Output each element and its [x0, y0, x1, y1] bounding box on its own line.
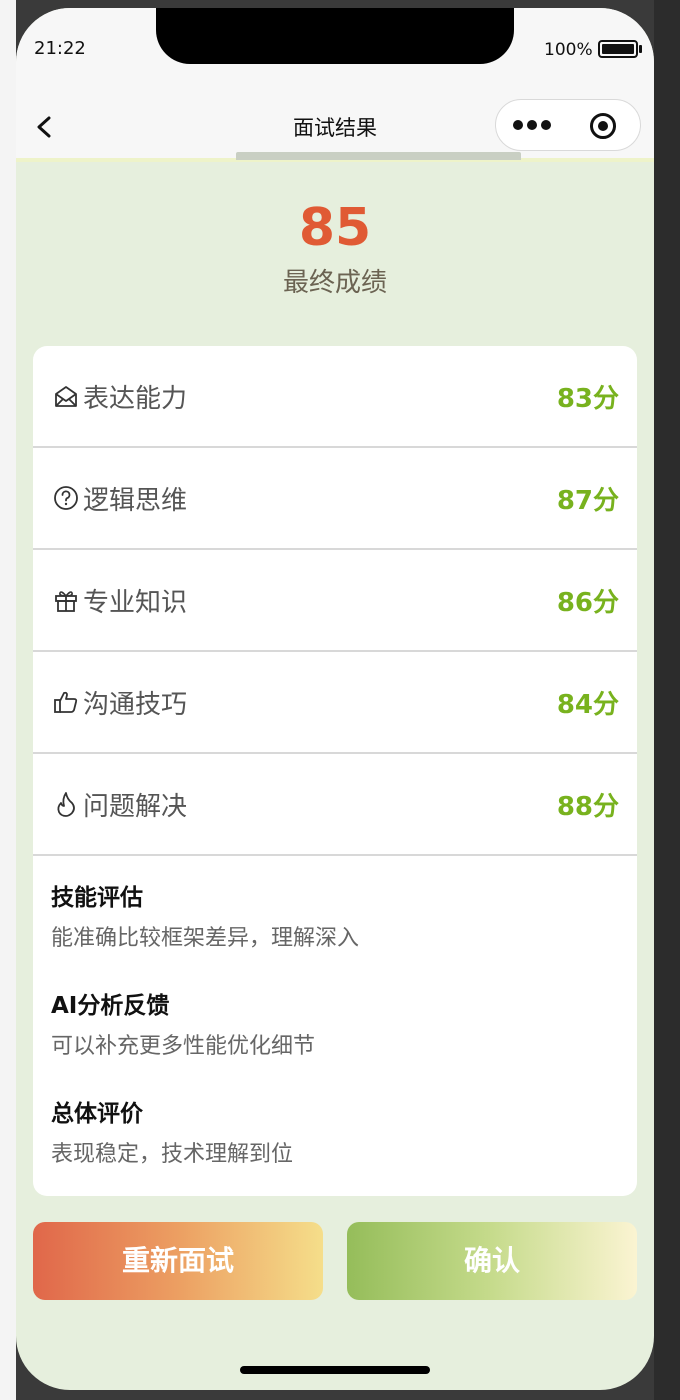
- background-left-edge: [0, 0, 16, 1400]
- dimension-score: 87分: [556, 486, 619, 516]
- status-time: 21:22: [34, 38, 86, 59]
- retry-interview-button[interactable]: 重新面试: [33, 1222, 323, 1300]
- battery-tip: [639, 45, 642, 53]
- section-title: 总体评价: [51, 1101, 143, 1127]
- dimension-score: 84分: [556, 690, 619, 720]
- close-miniapp-icon[interactable]: [589, 112, 617, 140]
- thumbs-up-icon: [54, 691, 78, 713]
- background-right-edge: [654, 0, 680, 1400]
- section-title: 技能评估: [51, 885, 143, 911]
- dimension-score: 83分: [556, 384, 619, 414]
- dimension-row: 专业知识 86分: [33, 550, 637, 652]
- scrolled-content-edge: [236, 148, 536, 160]
- final-score-label: 最终成绩: [282, 268, 387, 298]
- confirm-button[interactable]: 确认: [347, 1222, 637, 1300]
- dimension-label: 问题解决: [83, 792, 188, 822]
- battery-icon: [598, 40, 638, 58]
- section-title: AI分析反馈: [51, 993, 170, 1019]
- question-circle-icon: [54, 486, 78, 510]
- dimension-label: 表达能力: [83, 384, 188, 414]
- home-indicator: [240, 1366, 430, 1374]
- dimension-label: 沟通技巧: [83, 690, 188, 720]
- dimension-row: 表达能力 83分: [33, 346, 637, 448]
- status-bar: 21:22 100%: [16, 8, 654, 90]
- dimension-row: 沟通技巧 84分: [33, 652, 637, 754]
- miniapp-capsule: [495, 99, 641, 151]
- section-text: 表现稳定，技术理解到位: [51, 1142, 294, 1167]
- more-options-icon[interactable]: [512, 115, 552, 135]
- dimension-row: 逻辑思维 87分: [33, 448, 637, 550]
- envelope-icon: [55, 386, 77, 407]
- flame-icon: [57, 792, 75, 817]
- result-card: 表达能力 83分 逻辑思维 87分 专业知识 86分 沟通技巧 84分 问题解决…: [33, 346, 637, 1196]
- dimension-score: 88分: [556, 792, 619, 822]
- dimension-row: 问题解决 88分: [33, 754, 637, 856]
- phone-screen: 21:22 100% 面试结果 85 最终成绩 表达能力 83分 逻辑思维 87…: [16, 8, 654, 1390]
- section-text: 可以补充更多性能优化细节: [51, 1034, 316, 1059]
- final-score: 85: [298, 198, 372, 258]
- gift-icon: [55, 591, 77, 612]
- dimension-score: 86分: [556, 588, 619, 618]
- battery-percent: 100%: [544, 40, 593, 60]
- dimension-label: 专业知识: [83, 588, 188, 618]
- dimension-label: 逻辑思维: [83, 486, 188, 516]
- device-notch: [156, 8, 514, 64]
- section-text: 能准确比较框架差异，理解深入: [51, 926, 360, 951]
